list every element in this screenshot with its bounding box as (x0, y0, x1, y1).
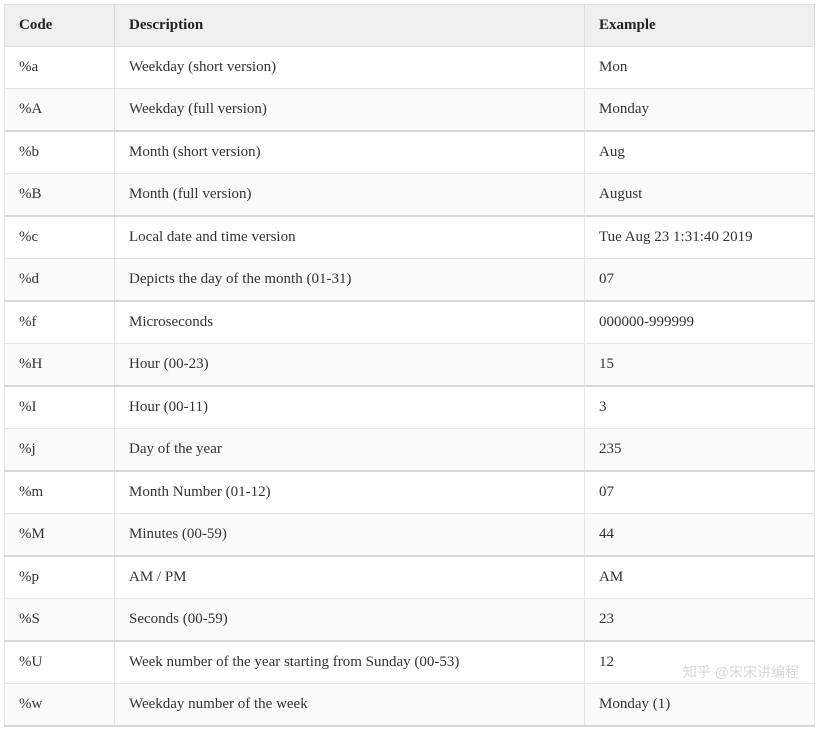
cell-example: Mon (585, 47, 815, 89)
cell-code: %a (5, 47, 115, 89)
table-row: %pAM / PMAM (5, 556, 815, 599)
cell-description: Weekday (full version) (115, 89, 585, 132)
cell-description: Month (short version) (115, 131, 585, 174)
cell-code: %c (5, 216, 115, 259)
cell-code: %I (5, 386, 115, 429)
table-row: %IHour (00-11)3 (5, 386, 815, 429)
header-example: Example (585, 5, 815, 47)
format-codes-table: Code Description Example %aWeekday (shor… (4, 4, 815, 727)
cell-example: 235 (585, 429, 815, 472)
cell-example: AM (585, 556, 815, 599)
table-row: %AWeekday (full version)Monday (5, 89, 815, 132)
cell-code: %B (5, 174, 115, 217)
table-row: %UWeek number of the year starting from … (5, 641, 815, 684)
cell-example: 07 (585, 259, 815, 302)
cell-description: AM / PM (115, 556, 585, 599)
cell-code: %M (5, 514, 115, 557)
cell-description: Hour (00-23) (115, 344, 585, 387)
cell-example: August (585, 174, 815, 217)
cell-code: %p (5, 556, 115, 599)
cell-example: Monday (585, 89, 815, 132)
table-row: %SSeconds (00-59)23 (5, 599, 815, 642)
cell-code: %A (5, 89, 115, 132)
table-row: %aWeekday (short version)Mon (5, 47, 815, 89)
table-row: %BMonth (full version)August (5, 174, 815, 217)
cell-example: Monday (1) (585, 684, 815, 727)
cell-description: Month (full version) (115, 174, 585, 217)
table-body: %aWeekday (short version)Mon%AWeekday (f… (5, 47, 815, 727)
cell-description: Depicts the day of the month (01-31) (115, 259, 585, 302)
cell-example: 15 (585, 344, 815, 387)
cell-description: Minutes (00-59) (115, 514, 585, 557)
cell-example: 07 (585, 471, 815, 514)
table-row: %wWeekday number of the weekMonday (1) (5, 684, 815, 727)
cell-code: %j (5, 429, 115, 472)
cell-description: Week number of the year starting from Su… (115, 641, 585, 684)
cell-code: %H (5, 344, 115, 387)
cell-code: %U (5, 641, 115, 684)
cell-description: Microseconds (115, 301, 585, 344)
cell-example: 000000-999999 (585, 301, 815, 344)
table-row: %HHour (00-23)15 (5, 344, 815, 387)
cell-code: %b (5, 131, 115, 174)
table-row: %cLocal date and time versionTue Aug 23 … (5, 216, 815, 259)
cell-description: Weekday number of the week (115, 684, 585, 727)
table-row: %mMonth Number (01-12)07 (5, 471, 815, 514)
table-row: %bMonth (short version)Aug (5, 131, 815, 174)
table-row: %fMicroseconds000000-999999 (5, 301, 815, 344)
cell-example: 23 (585, 599, 815, 642)
cell-code: %f (5, 301, 115, 344)
cell-code: %m (5, 471, 115, 514)
cell-example: 3 (585, 386, 815, 429)
cell-example: Tue Aug 23 1:31:40 2019 (585, 216, 815, 259)
table-row: %jDay of the year235 (5, 429, 815, 472)
header-description: Description (115, 5, 585, 47)
cell-description: Weekday (short version) (115, 47, 585, 89)
table-row: %MMinutes (00-59)44 (5, 514, 815, 557)
header-code: Code (5, 5, 115, 47)
cell-description: Hour (00-11) (115, 386, 585, 429)
cell-code: %d (5, 259, 115, 302)
cell-example: Aug (585, 131, 815, 174)
table-header-row: Code Description Example (5, 5, 815, 47)
cell-code: %S (5, 599, 115, 642)
cell-example: 12 (585, 641, 815, 684)
cell-description: Month Number (01-12) (115, 471, 585, 514)
cell-description: Day of the year (115, 429, 585, 472)
cell-example: 44 (585, 514, 815, 557)
cell-description: Seconds (00-59) (115, 599, 585, 642)
table-row: %dDepicts the day of the month (01-31)07 (5, 259, 815, 302)
cell-code: %w (5, 684, 115, 727)
cell-description: Local date and time version (115, 216, 585, 259)
